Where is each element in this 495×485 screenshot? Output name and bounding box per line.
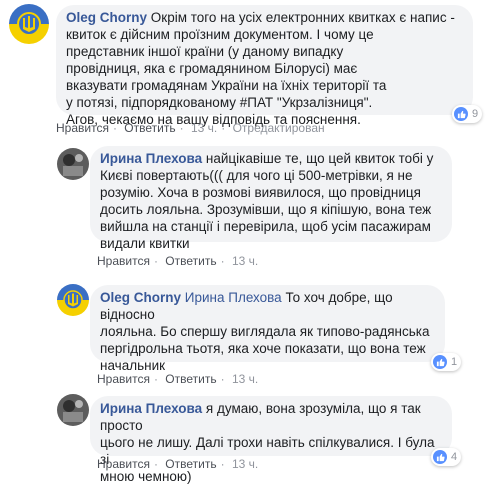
reaction-number: 9 [472, 108, 479, 120]
reaction-number: 4 [451, 451, 458, 463]
comment-text-line: мною чемною) [100, 469, 192, 484]
timestamp[interactable]: 13 ч. [232, 372, 258, 386]
comment-text-line: вказувати громадянам України на їхніх те… [66, 78, 387, 93]
timestamp[interactable]: 13 ч. [232, 457, 258, 471]
reaction-count[interactable]: 9 [452, 105, 483, 123]
comment-text-line: вийшла на станції і перевірила, щоб усім… [100, 219, 431, 234]
comment-author[interactable]: Oleg Chorny [100, 290, 181, 305]
avatar[interactable] [57, 148, 89, 180]
edited-label: Отредактирован [232, 121, 325, 135]
reaction-number: 1 [451, 356, 458, 368]
like-link[interactable]: Нравится [97, 457, 150, 471]
like-icon [454, 107, 468, 121]
comment-text-line: видали квитки [100, 236, 190, 251]
like-link[interactable]: Нравится [56, 121, 109, 135]
comment-text-line: Києві повертають((( для чого ці 500-метр… [100, 168, 413, 183]
comment-bubble: Oleg Chorny Окрім того на усіх електронн… [56, 5, 473, 127]
like-icon [433, 450, 447, 464]
comment-text-line: досить лояльна. Зрозумівши, що я кіпішую… [100, 202, 432, 217]
comment-text-line: представник іншої країни (у даному випад… [66, 44, 344, 59]
comment-text-line: начальник [100, 358, 166, 373]
reply-link[interactable]: Ответить [165, 372, 216, 386]
comment-text-line: найцікавіше те, що цей квиток тобі у [205, 151, 434, 166]
like-icon [433, 355, 447, 369]
comment-text-line: пергідрольна тьотя, яка хоче показати, щ… [100, 341, 426, 356]
comment-actions: Нравится · Ответить · 13 ч. · Отредактирова… [56, 121, 325, 135]
comment-text-line: квиток є дійсним проїзним документом. І … [66, 27, 374, 42]
reaction-count[interactable]: 1 [431, 353, 462, 371]
like-link[interactable]: Нравится [97, 254, 150, 268]
comment-text-line: у потязі, підпорядкованому #ПАТ "Укрзалі… [66, 95, 373, 110]
reply-link[interactable]: Ответить [165, 457, 216, 471]
comment-author[interactable]: Ирина Плехова [100, 401, 202, 416]
comment-text-line: лояльна. Бо спершу виглядала як типово-р… [100, 324, 430, 339]
dark-photo-icon [57, 148, 89, 180]
comment-author[interactable]: Oleg Chorny [66, 10, 147, 25]
comment-bubble: Ирина Плехова я думаю, вона зрозуміла, щ… [90, 396, 452, 484]
ukraine-trident-icon [57, 284, 89, 316]
comment-text-line: Окрім того на усіх електронних квитках є… [150, 10, 455, 25]
avatar[interactable] [57, 394, 89, 426]
comment-text-line: розумію. Хоча в розмові виявилося, що пр… [100, 185, 421, 200]
ukraine-trident-icon [9, 4, 49, 44]
timestamp[interactable]: 13 ч. [232, 254, 258, 268]
timestamp[interactable]: 13 ч. [191, 121, 217, 135]
mention-link[interactable]: Ирина Плехова [185, 290, 282, 305]
comment-text-line: провідниця, яка є громадянином Білорусі)… [66, 61, 358, 76]
comment-actions: Нравится · Ответить · 13 ч. [97, 457, 259, 471]
reply-link[interactable]: Ответить [165, 254, 216, 268]
avatar[interactable] [57, 284, 89, 316]
reaction-count[interactable]: 4 [431, 448, 462, 466]
comment-bubble: Ирина Плехова найцікавіше те, що цей кви… [90, 146, 452, 251]
comment-bubble: Oleg Chorny Ирина Плехова То хоч добре, … [90, 285, 445, 373]
comment-actions: Нравится · Ответить · 13 ч. [97, 372, 259, 386]
comment-author[interactable]: Ирина Плехова [100, 151, 202, 166]
avatar[interactable] [9, 4, 49, 44]
reply-link[interactable]: Ответить [124, 121, 175, 135]
comment-actions: Нравится · Ответить · 13 ч. [97, 254, 259, 268]
dark-photo-icon [57, 394, 89, 426]
like-link[interactable]: Нравится [97, 372, 150, 386]
